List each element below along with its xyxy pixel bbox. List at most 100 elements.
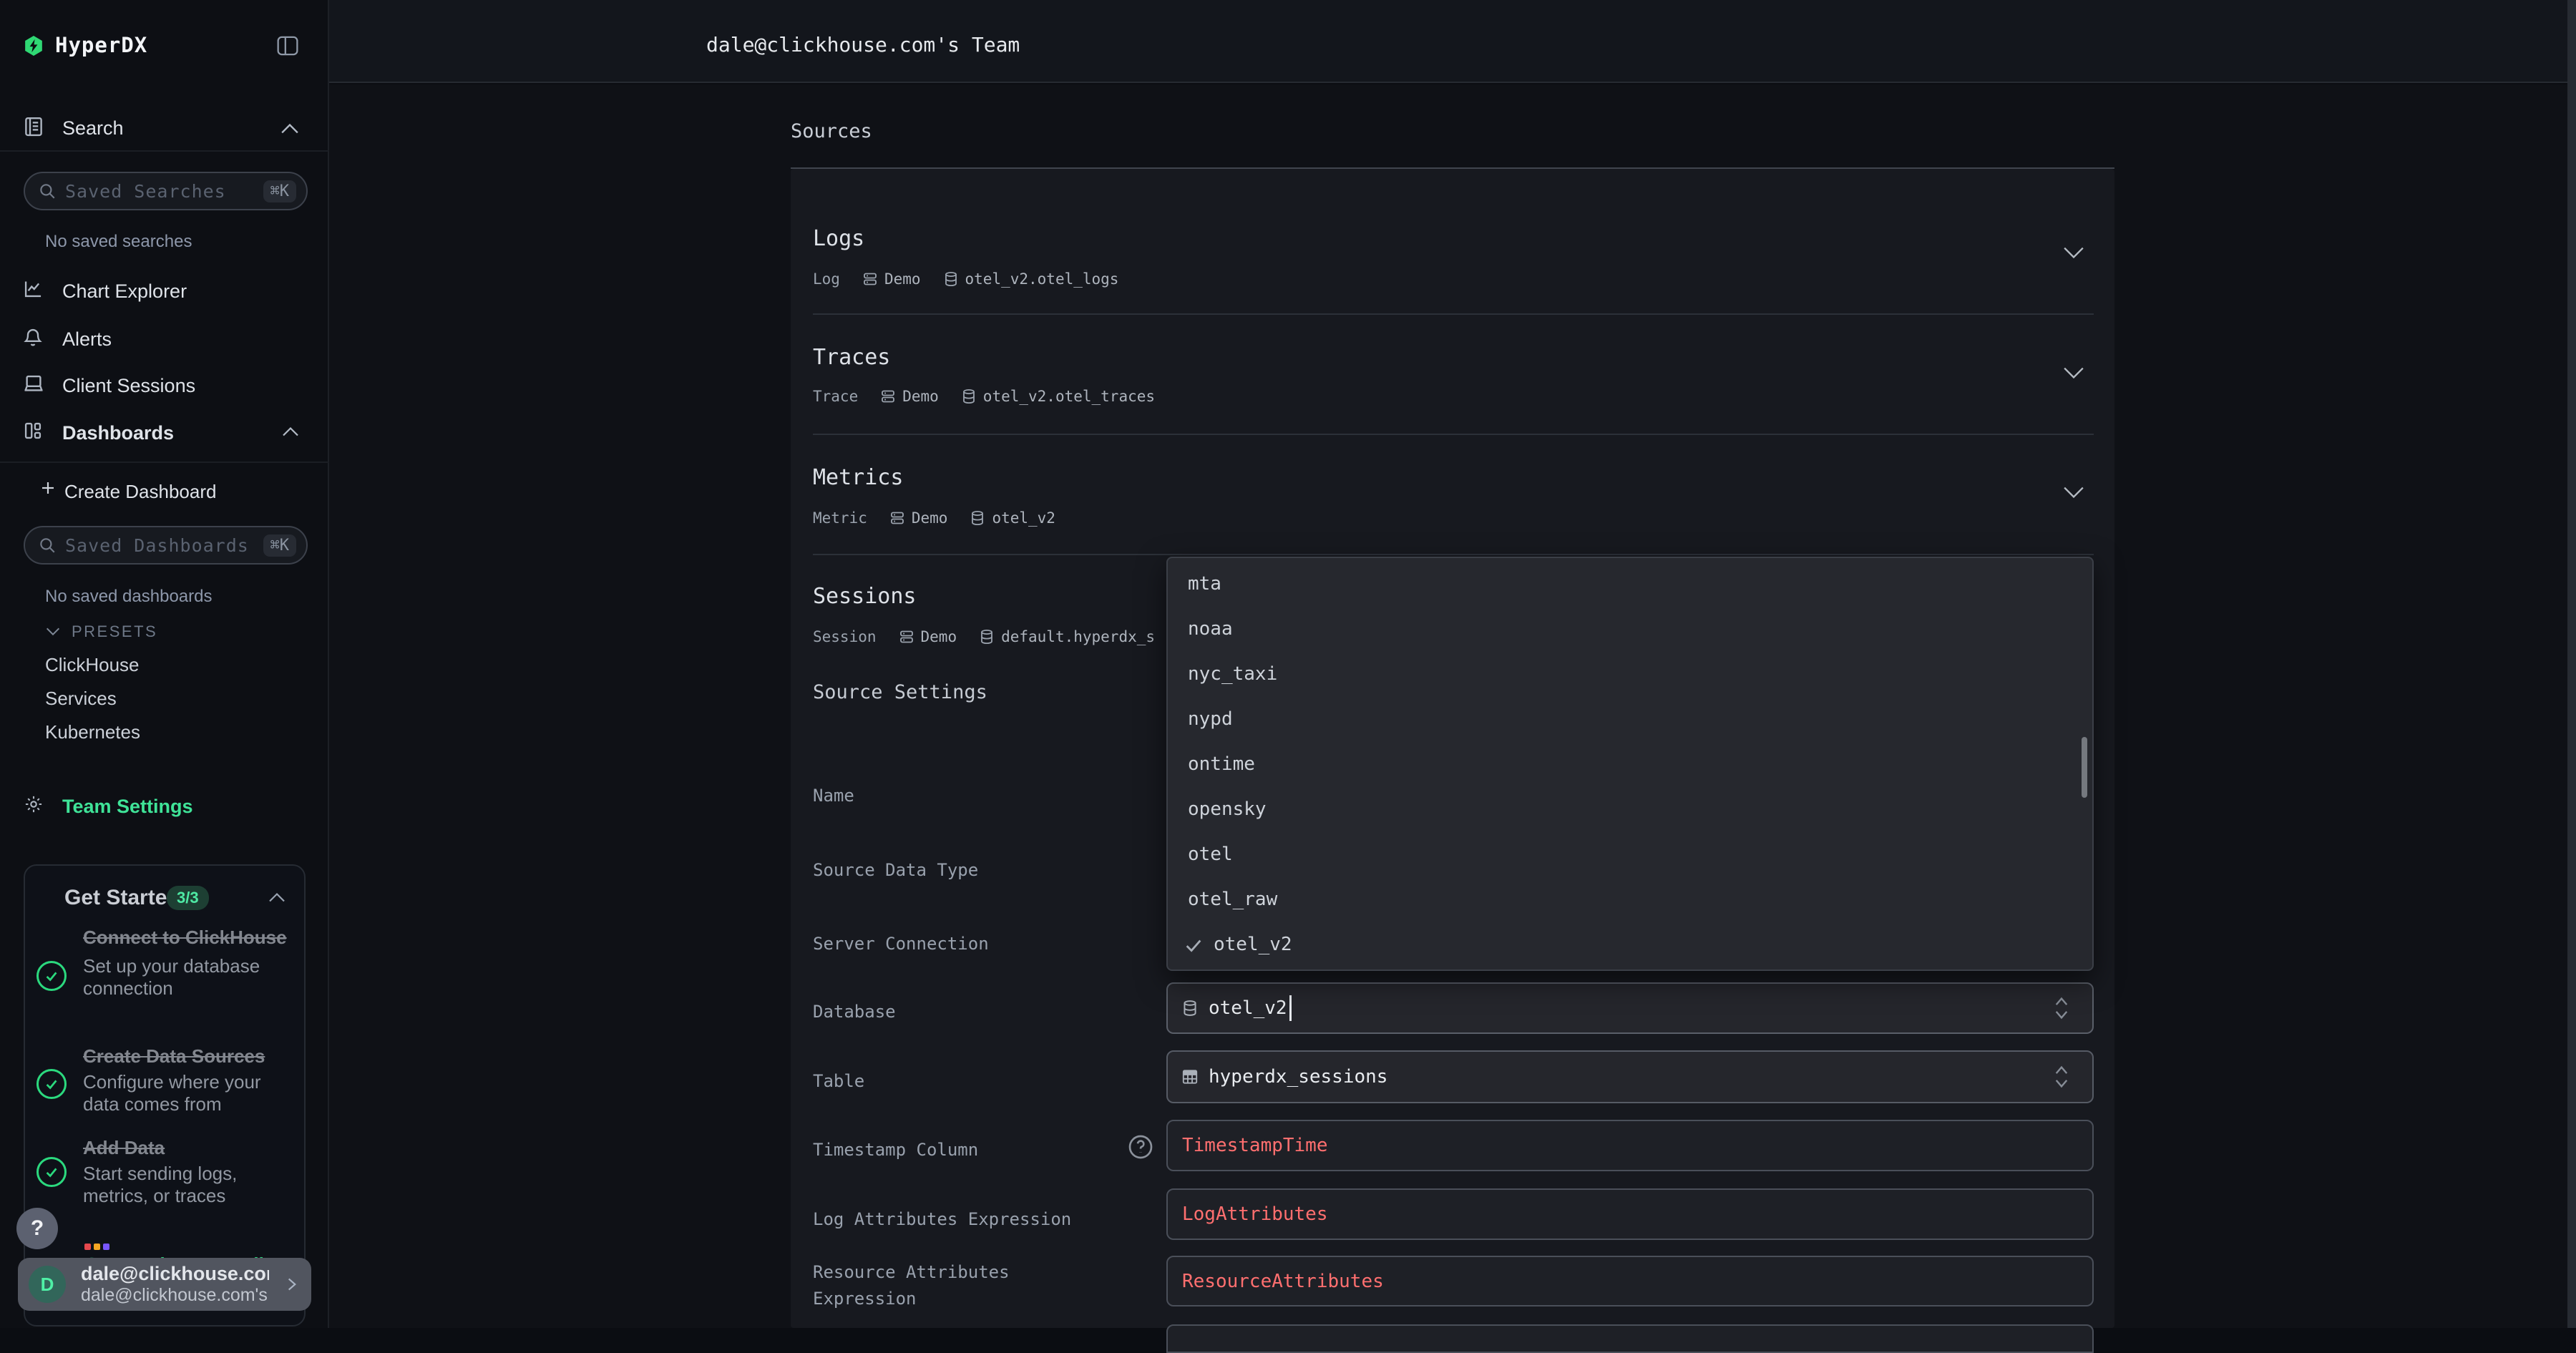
preset-services[interactable]: Services	[45, 688, 117, 710]
avatar: D	[29, 1266, 66, 1303]
step-title: Create Data Sources	[83, 1043, 298, 1070]
resource-attributes-label: Resource Attributes Expression	[813, 1259, 1113, 1312]
database-label: Database	[813, 999, 1113, 1025]
get-started-step-add-data[interactable]: Add Data Start sending logs, metrics, or…	[36, 1135, 298, 1207]
dashboards-icon	[23, 421, 43, 441]
no-saved-searches-note: No saved searches	[45, 232, 192, 252]
saved-searches-input[interactable]: Saved Searches ⌘K	[24, 172, 308, 210]
dropdown-option-nypd[interactable]: nypd	[1168, 697, 2092, 742]
text-caret	[1289, 995, 1292, 1021]
select-stepper-icon[interactable]	[2052, 1065, 2071, 1089]
dropdown-scrollbar[interactable]	[2082, 737, 2087, 798]
table-label: Table	[813, 1068, 1113, 1095]
timestamp-value: TimestampTime	[1182, 1135, 1328, 1156]
dropdown-option-mta[interactable]: mta	[1168, 562, 2092, 607]
divider	[813, 313, 2094, 315]
sidebar-section-search[interactable]: Search	[62, 117, 124, 140]
sidebar-collapse-icon[interactable]	[276, 36, 299, 56]
chevron-up-icon[interactable]	[280, 123, 299, 135]
dropdown-option-otel-raw[interactable]: otel_raw	[1168, 877, 2092, 922]
sidebar-item-alerts[interactable]: Alerts	[62, 328, 112, 351]
plus-icon	[39, 479, 57, 497]
source-data-type-label: Source Data Type	[813, 857, 1113, 884]
table-name: otel_v2.otel_logs	[965, 270, 1119, 288]
preset-kubernetes[interactable]: Kubernetes	[45, 721, 140, 743]
chevron-up-icon[interactable]	[282, 426, 299, 437]
table-select[interactable]: hyperdx_sessions	[1166, 1050, 2094, 1103]
database-dropdown: mta noaa nyc_taxi nypd ontime opensky ot…	[1166, 557, 2094, 971]
dropdown-option-noaa[interactable]: noaa	[1168, 607, 2092, 652]
table-value: hyperdx_sessions	[1209, 1066, 1387, 1088]
presets-header[interactable]: PRESETS	[72, 622, 157, 641]
database-icon	[942, 270, 960, 288]
name-label: Name	[813, 783, 1113, 809]
next-field-partial[interactable]	[1166, 1324, 2094, 1353]
preset-clickhouse[interactable]: ClickHouse	[45, 654, 140, 676]
divider	[0, 150, 329, 152]
shortcut-badge: ⌘K	[263, 180, 297, 202]
dropdown-option-otel[interactable]: otel	[1168, 832, 2092, 877]
sources-section-title: Sources	[791, 120, 872, 142]
dropdown-option-nyc-taxi[interactable]: nyc_taxi	[1168, 652, 2092, 697]
saved-dashboards-input[interactable]: Saved Dashboards ⌘K	[24, 526, 308, 565]
saved-dashboards-placeholder: Saved Dashboards	[65, 535, 263, 556]
search-icon	[38, 536, 57, 555]
server-icon	[879, 388, 897, 405]
journal-icon	[23, 116, 44, 137]
chevron-up-icon[interactable]	[268, 892, 286, 903]
timestamp-column-input[interactable]: TimestampTime	[1166, 1120, 2094, 1171]
page-scrollbar[interactable]	[2567, 0, 2576, 1328]
source-type: Trace	[813, 388, 858, 405]
sidebar-item-team-settings[interactable]: Team Settings	[62, 796, 193, 818]
no-saved-dashboards-note: No saved dashboards	[45, 587, 212, 607]
chevron-down-icon[interactable]	[2062, 486, 2085, 499]
database-icon	[960, 388, 977, 405]
dropdown-option-ontime[interactable]: ontime	[1168, 742, 2092, 787]
get-started-step-sources[interactable]: Create Data Sources Configure where your…	[36, 1043, 298, 1115]
source-card-meta: Log Demo otel_v2.otel_logs	[813, 270, 1118, 288]
connection-name: Demo	[884, 270, 921, 288]
search-icon	[38, 182, 57, 200]
database-value: otel_v2	[1209, 997, 1287, 1019]
source-card-meta: Session Demo default.hyperdx_s	[813, 628, 1166, 645]
source-card-title-logs: Logs	[813, 226, 864, 251]
source-card-meta: Metric Demo otel_v2	[813, 509, 1055, 527]
chevron-down-icon[interactable]	[46, 627, 60, 636]
step-desc: Set up your database connection	[83, 955, 298, 1000]
connection-name: Demo	[912, 509, 948, 527]
log-attributes-value: LogAttributes	[1182, 1203, 1328, 1225]
divider	[0, 461, 329, 463]
sidebar-item-client-sessions[interactable]: Client Sessions	[62, 375, 195, 397]
sidebar-item-chart-explorer[interactable]: Chart Explorer	[62, 280, 187, 303]
help-tooltip-icon[interactable]	[1126, 1133, 1155, 1161]
resource-attributes-input[interactable]: ResourceAttributes	[1166, 1256, 2094, 1306]
connection-name: Demo	[902, 388, 939, 405]
user-menu[interactable]: D dale@clickhouse.com dale@clickhouse.co…	[18, 1258, 311, 1311]
sidebar-item-dashboards[interactable]: Dashboards	[62, 422, 174, 444]
team-page-title: dale@clickhouse.com's Team	[706, 33, 1020, 57]
timestamp-column-label: Timestamp Column	[813, 1137, 1113, 1163]
database-icon	[969, 509, 986, 527]
table-name: default.hyperdx_s	[1001, 628, 1155, 645]
check-circle-icon	[36, 961, 67, 991]
divider	[813, 434, 2094, 435]
log-attributes-input[interactable]: LogAttributes	[1166, 1188, 2094, 1240]
select-stepper-icon[interactable]	[2052, 996, 2071, 1020]
source-type: Log	[813, 270, 840, 288]
step-desc: Start sending logs, metrics, or traces	[83, 1163, 298, 1207]
check-circle-icon	[36, 1069, 67, 1099]
chevron-down-icon[interactable]	[2062, 246, 2085, 259]
source-card-title-sessions: Sessions	[813, 584, 917, 609]
database-icon	[978, 628, 995, 645]
source-type: Session	[813, 628, 877, 645]
help-button[interactable]: ?	[16, 1208, 58, 1249]
get-started-title: Get Started	[64, 886, 180, 910]
dropdown-option-otel-v2[interactable]: otel_v2	[1168, 922, 2092, 967]
chevron-down-icon[interactable]	[2062, 366, 2085, 379]
shortcut-badge: ⌘K	[263, 534, 297, 557]
create-dashboard-button[interactable]: Create Dashboard	[64, 481, 216, 503]
get-started-step-connect[interactable]: Connect to ClickHouse Set up your databa…	[36, 924, 298, 1000]
dropdown-option-opensky[interactable]: opensky	[1168, 787, 2092, 832]
database-select[interactable]: otel_v2	[1166, 982, 2094, 1034]
connection-name: Demo	[921, 628, 957, 645]
